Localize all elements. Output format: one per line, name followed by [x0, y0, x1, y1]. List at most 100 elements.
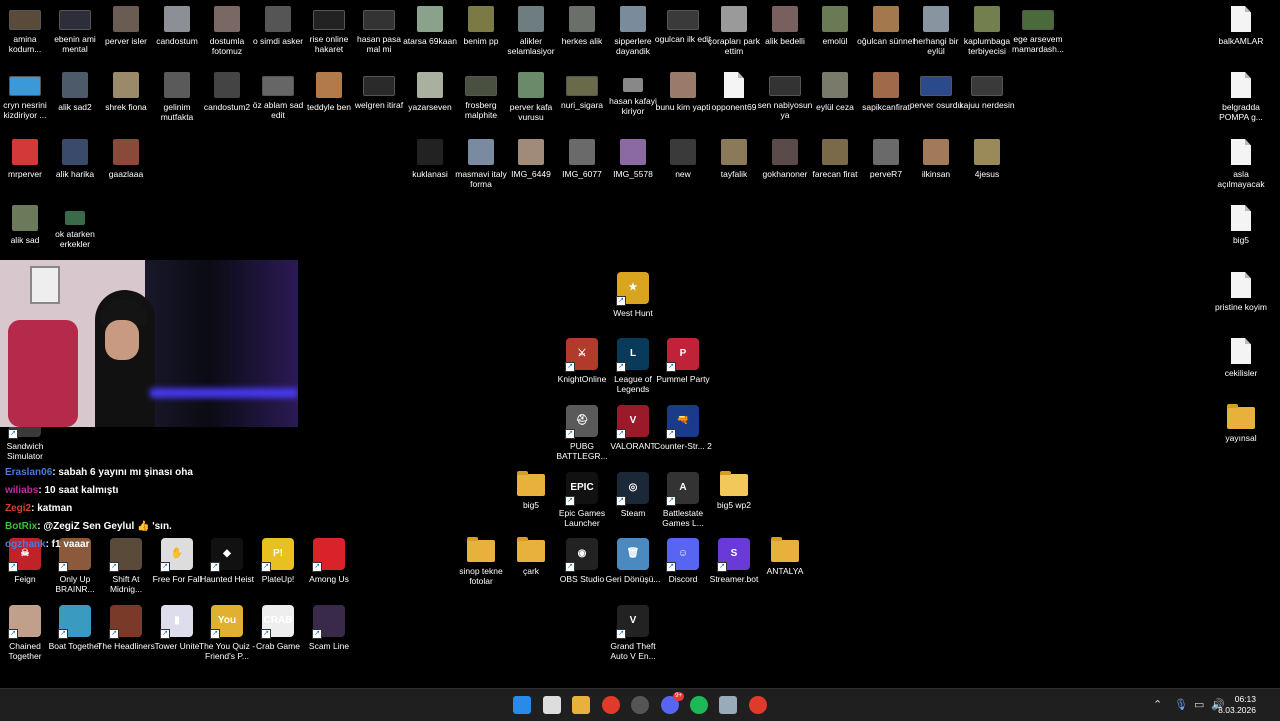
desktop-icon[interactable]: tayfalik — [705, 139, 763, 179]
desktop-icon[interactable]: ANTALYA — [756, 537, 814, 576]
desktop-icon[interactable]: ↗ Boat Together — [46, 605, 104, 651]
desktop-icon[interactable]: big5 — [502, 471, 560, 510]
chat-username: Eraslan06 — [5, 467, 53, 478]
desktop-icon[interactable]: You ↗ The You Quiz - Friend's P... — [198, 605, 256, 661]
image-thumbnail-icon — [772, 139, 798, 165]
image-thumbnail-icon — [113, 6, 139, 32]
spotify-icon[interactable] — [690, 696, 708, 714]
shortcut-arrow-icon: ↗ — [565, 562, 575, 572]
desktop-icon[interactable]: V ↗ Grand Theft Auto V En... — [604, 605, 662, 661]
desktop-icon[interactable]: kajuu nerdesin — [958, 72, 1016, 110]
desktop-icon[interactable]: ↗ Among Us — [300, 538, 358, 584]
desktop-icon[interactable]: asla açılmayacak — [1212, 139, 1270, 189]
desktop-icon[interactable]: balkAMLAR — [1212, 6, 1270, 46]
desktop-icon[interactable]: emolül — [806, 6, 864, 46]
network-icon[interactable]: ▭ — [1194, 698, 1204, 711]
obs-taskbar-icon[interactable] — [631, 696, 649, 714]
desktop-icon[interactable]: ogulcan ilk edit — [654, 6, 712, 44]
desktop-icon[interactable]: yazarseven — [401, 72, 459, 112]
desktop-icon[interactable]: herhangi bir eylül — [907, 6, 965, 56]
shortcut-arrow-icon: ↗ — [666, 362, 676, 372]
desktop-icon[interactable]: CRAB ↗ Crab Game — [249, 605, 307, 651]
desktop-icon[interactable]: IMG_6077 — [553, 139, 611, 179]
desktop-icon[interactable]: dostumla fotomuz — [198, 6, 256, 56]
desktop-icon[interactable]: ok atarken erkekler — [46, 205, 104, 249]
desktop-icon[interactable]: IMG_6449 — [502, 139, 560, 179]
shortcut-arrow-icon: ↗ — [616, 629, 626, 639]
desktop-icon[interactable]: shrek fiona — [97, 72, 155, 112]
desktop-icon[interactable]: cekilisler — [1212, 338, 1270, 378]
desktop-icon[interactable]: nuri_sigara — [553, 72, 611, 110]
desktop-icon[interactable]: farecan firat — [806, 139, 864, 179]
clock-time: 06:13 — [1234, 694, 1256, 704]
image-thumbnail-icon — [974, 6, 1000, 32]
discord-taskbar-icon[interactable]: 9+ — [661, 692, 684, 714]
desktop-icon[interactable]: ⚔ ↗ KnightOnline — [553, 338, 611, 384]
desktop-icon-label: big5 wp2 — [716, 500, 752, 510]
file-explorer-icon[interactable] — [572, 696, 590, 714]
desktop-icon[interactable]: çorapları park ettim — [705, 6, 763, 56]
desktop-icon[interactable]: ebenin ami mental — [46, 6, 104, 54]
desktop-icon-label: alik harika — [55, 169, 95, 179]
desktop-icon[interactable]: çark — [502, 537, 560, 576]
desktop-icon[interactable]: perver kafa vurusu — [502, 72, 560, 122]
desktop-icon[interactable]: 4jesus — [958, 139, 1016, 179]
desktop-icon[interactable]: A ↗ Battlestate Games L... — [654, 472, 712, 528]
desktop-icon[interactable]: alik harika — [46, 139, 104, 179]
desktop-icon[interactable]: ege arsevem mamardash... — [1009, 6, 1067, 54]
desktop-icon[interactable]: yayınsal — [1212, 404, 1270, 443]
desktop-icon[interactable]: öz ablam sad edit — [249, 72, 307, 120]
desktop-icon[interactable]: candostum2 — [198, 72, 256, 112]
desktop-icon[interactable]: big5 wp2 — [705, 471, 763, 510]
desktop-icon[interactable]: ⛑ ↗ PUBG BATTLEGR... — [553, 405, 611, 461]
image-thumbnail-icon — [214, 6, 240, 32]
shortcut-arrow-icon: ↗ — [261, 562, 271, 572]
image-thumbnail-icon — [12, 139, 38, 165]
shortcut-arrow-icon: ↗ — [565, 496, 575, 506]
desktop-icon[interactable]: ☺ ↗ Discord — [654, 538, 712, 584]
desktop-icon[interactable]: ◉ ↗ OBS Studio — [553, 538, 611, 584]
tray-overflow-icon[interactable]: ⌃ — [1153, 698, 1162, 711]
desktop-icon[interactable]: alik sad2 — [46, 72, 104, 112]
desktop-icon[interactable]: ilkinsan — [907, 139, 965, 179]
shortcut-arrow-icon: ↗ — [109, 629, 119, 639]
desktop-icon[interactable]: kuklanasi — [401, 139, 459, 179]
desktop-icon[interactable]: belgradda POMPA g... — [1212, 72, 1270, 122]
search-icon[interactable] — [543, 696, 561, 714]
desktop-icon[interactable]: herkes alik — [553, 6, 611, 46]
desktop-icon[interactable]: pristine koyim — [1212, 272, 1270, 312]
desktop-icon[interactable]: perver isler — [97, 6, 155, 46]
desktop-icon[interactable]: opponent69 — [705, 72, 763, 112]
desktop-icon[interactable]: S ↗ Streamer.bot — [705, 538, 763, 584]
desktop-icon[interactable]: o simdi asker — [249, 6, 307, 46]
shortcut-arrow-icon: ↗ — [160, 629, 170, 639]
desktop-icon[interactable]: ★ ↗ West Hunt — [604, 272, 662, 318]
shortcut-arrow-icon: ↗ — [565, 429, 575, 439]
desktop-icon[interactable]: eylül ceza — [806, 72, 864, 112]
desktop-icon[interactable]: alikler selamlasiyor — [502, 6, 560, 56]
clock[interactable]: 06:13 8.03.2026 — [1218, 694, 1256, 716]
chrome-icon[interactable] — [602, 696, 620, 714]
windows-start-icon[interactable] — [513, 696, 531, 714]
desktop-icon[interactable]: atarsa 69kaan — [401, 6, 459, 46]
desktop-icon[interactable]: big5 — [1212, 205, 1270, 245]
desktop-icon[interactable]: ↗ Scam Line — [300, 605, 358, 651]
desktop-icon-label: dostumla fotomuz — [209, 36, 245, 56]
desktop-icon[interactable]: bunu kim yapti — [654, 72, 712, 112]
microphone-icon[interactable]: 🎙 — [1174, 698, 1188, 711]
desktop-icon[interactable]: kaplumbaga terbiyecisi — [958, 6, 1016, 56]
desktop-icon[interactable]: ↗ The Headliners — [97, 605, 155, 651]
shortcut-arrow-icon: ↗ — [8, 629, 18, 639]
desktop-icon[interactable]: perver osurdu — [907, 72, 965, 110]
desktop-icon[interactable]: hasan pasa mal mi — [350, 6, 408, 54]
chat-username: ogzhank — [5, 539, 46, 550]
desktop-icon[interactable]: gaazlaaa — [97, 139, 155, 179]
image-thumbnail-icon — [822, 6, 848, 32]
steam-taskbar-icon[interactable] — [719, 696, 737, 714]
desktop-icon[interactable]: P ↗ Pummel Party — [654, 338, 712, 384]
desktop-icon[interactable]: welgren itiraf — [350, 72, 408, 110]
desktop-icon[interactable]: 🔫 ↗ Counter-Str... 2 — [654, 405, 712, 451]
chrome-2-icon[interactable] — [749, 696, 767, 714]
desktop-icon[interactable]: new — [654, 139, 712, 179]
desktop-icon[interactable]: EPIC ↗ Epic Games Launcher — [553, 472, 611, 528]
